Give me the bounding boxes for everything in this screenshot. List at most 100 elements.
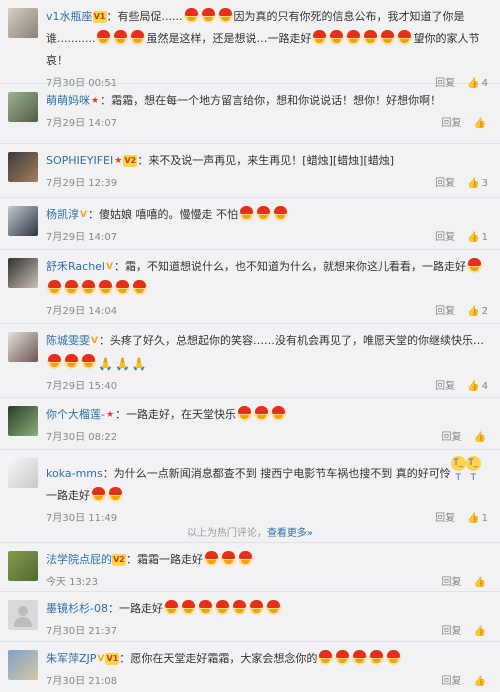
candle-emoji-icon <box>180 600 196 615</box>
comment-body: 愿你在天堂走好霜霜，大家会想念你的 <box>130 650 402 665</box>
candle-emoji-icon <box>115 280 130 295</box>
avatar[interactable] <box>8 8 38 38</box>
hot-comments-divider: 以上为热门评论，查看更多» <box>0 524 500 540</box>
comment-date: 今天 13:23 <box>46 577 98 588</box>
candle-emoji-icon <box>96 30 112 45</box>
username[interactable]: 墨镜杉杉-08 <box>46 602 108 615</box>
default-avatar-icon[interactable] <box>8 600 38 630</box>
comment-text-segment: 霜霜，想在每一个地方留言给你，想和你说说话！想你！好想你啊！ <box>111 94 442 107</box>
like-button[interactable]: 👍 1 <box>467 513 488 524</box>
avatar[interactable] <box>8 206 38 236</box>
username[interactable]: 法学院点屁的 <box>46 553 112 566</box>
candle-emoji-icon <box>130 30 146 45</box>
like-button[interactable]: 👍 <box>474 118 488 129</box>
reply-button[interactable]: 回复 <box>442 432 462 443</box>
like-button[interactable]: 👍 1 <box>467 232 488 243</box>
candle-emoji-icon <box>183 8 199 23</box>
comment-text: 法学院点屁的V2：霜霜一路走好 <box>46 549 488 571</box>
username[interactable]: 你个大榴莲- <box>46 408 105 421</box>
candle-emoji-icon <box>81 280 96 295</box>
comment-item: 墨镜杉杉-08：一路走好 7月30日 21:37 回复 👍 <box>0 592 500 642</box>
star-badge-icon: ★ <box>91 96 100 106</box>
avatar[interactable] <box>8 551 38 581</box>
vip-badge-icon: V2 <box>123 155 138 167</box>
avatar[interactable] <box>8 458 38 488</box>
candle-emoji-icon <box>318 650 334 665</box>
reply-button[interactable]: 回复 <box>435 513 455 524</box>
avatar[interactable] <box>8 152 38 182</box>
candle-emoji-icon <box>397 30 413 45</box>
candle-emoji-icon <box>108 487 123 502</box>
comment-text-segment: 来不及说一声再见，来生再见！[蜡烛][蜡烛][蜡烛] <box>148 154 395 167</box>
star-badge-icon: ★ <box>105 410 115 420</box>
reply-button[interactable]: 回复 <box>442 118 462 129</box>
candle-emoji-icon <box>352 650 368 665</box>
username[interactable]: v1水瓶座 <box>46 10 93 23</box>
comment-body: 霜霜，想在每一个地方留言给你，想和你说说话！想你！好想你啊！ <box>111 94 441 107</box>
candle-emoji-icon <box>335 650 351 665</box>
username[interactable]: 萌萌妈咪 <box>46 94 90 107</box>
vip-badge-icon: V1 <box>92 11 107 23</box>
crying-face-icon: T_T <box>465 456 481 483</box>
like-button[interactable]: 👍 <box>474 432 488 443</box>
candle-emoji-icon <box>329 30 345 45</box>
comment-text: 你个大榴莲-★：一路走好，在天堂快乐 <box>46 404 488 426</box>
username[interactable]: koka-mms <box>46 467 103 480</box>
candle-emoji-icon <box>217 8 233 23</box>
reply-button[interactable]: 回复 <box>435 381 455 392</box>
candle-emoji-icon <box>237 406 253 421</box>
candle-emoji-icon <box>204 551 219 566</box>
avatar[interactable] <box>8 332 38 362</box>
like-button[interactable]: 👍 <box>474 626 488 637</box>
verified-v-icon: V <box>97 654 105 664</box>
like-button[interactable]: 👍 <box>474 676 488 687</box>
username[interactable]: 舒禾Rachel <box>46 260 105 273</box>
comment-text-segment: ...... <box>161 10 183 23</box>
like-button[interactable]: 👍 4 <box>467 381 488 392</box>
comment-meta: 7月29日 14:07 回复 👍 1 <box>46 228 488 244</box>
comment-body: 一路走好 <box>119 600 282 615</box>
avatar[interactable] <box>8 258 38 288</box>
reply-button[interactable]: 回复 <box>435 306 455 317</box>
candle-emoji-icon <box>163 600 179 615</box>
verified-v-icon: V <box>106 262 113 272</box>
avatar[interactable] <box>8 92 38 122</box>
candle-emoji-icon <box>98 280 113 295</box>
candle-emoji-icon <box>248 600 264 615</box>
candle-emoji-icon <box>265 600 281 615</box>
comment-text: SOPHIEYIFEI★ V2：来不及说一声再见，来生再见！[蜡烛][蜡烛][蜡烛… <box>46 154 395 167</box>
verified-v-icon: V <box>80 210 87 220</box>
like-button[interactable]: 👍 3 <box>467 178 488 189</box>
comment-item: koka-mms：为什么一点新闻消息都查不到 搜西宁电影节车祸也搜不到 真的好可… <box>0 450 500 525</box>
comment-item: 杨凯淳V：傻姑娘 嘻嘻的。慢慢走 不怕 7月29日 14:07 回复 👍 1 <box>0 198 500 250</box>
username[interactable]: 朱军萍ZJP <box>46 652 96 665</box>
candle-emoji-icon <box>363 30 379 45</box>
comment-meta: 7月30日 11:49 回复 👍 1 <box>46 509 488 525</box>
username[interactable]: 陈城雯雯 <box>46 334 90 347</box>
like-button[interactable]: 👍 <box>474 577 488 588</box>
avatar[interactable] <box>8 650 38 680</box>
thumbs-up-icon: 👍 <box>473 676 486 687</box>
reply-button[interactable]: 回复 <box>442 676 462 687</box>
reply-button[interactable]: 回复 <box>442 626 462 637</box>
candle-emoji-icon <box>47 354 62 369</box>
thumbs-up-icon: 👍 <box>473 118 486 129</box>
like-count: 1 <box>481 232 488 243</box>
comment-text-segment: 霜霜一路走好 <box>137 553 203 566</box>
thumbs-up-icon: 👍 <box>473 577 486 588</box>
username[interactable]: SOPHIEYIFEI <box>46 154 113 167</box>
candle-emoji-icon <box>221 551 236 566</box>
candle-emoji-icon <box>238 551 253 566</box>
reply-button[interactable]: 回复 <box>435 178 455 189</box>
reply-button[interactable]: 回复 <box>435 232 455 243</box>
avatar[interactable] <box>8 406 38 436</box>
reply-button[interactable]: 回复 <box>442 577 462 588</box>
thumbs-up-icon: 👍 <box>473 626 486 637</box>
comment-text: 朱军萍ZJPV V1：愿你在天堂走好霜霜，大家会想念你的 <box>46 648 488 670</box>
comment-item: 法学院点屁的V2：霜霜一路走好 今天 13:23 回复 👍 <box>0 542 500 592</box>
like-button[interactable]: 👍 2 <box>467 306 488 317</box>
comment-date: 7月29日 14:07 <box>46 118 118 129</box>
comment-meta: 7月30日 21:08 回复 👍 <box>46 672 488 688</box>
username[interactable]: 杨凯淳 <box>46 208 79 221</box>
view-more-link[interactable]: 查看更多» <box>267 528 313 539</box>
